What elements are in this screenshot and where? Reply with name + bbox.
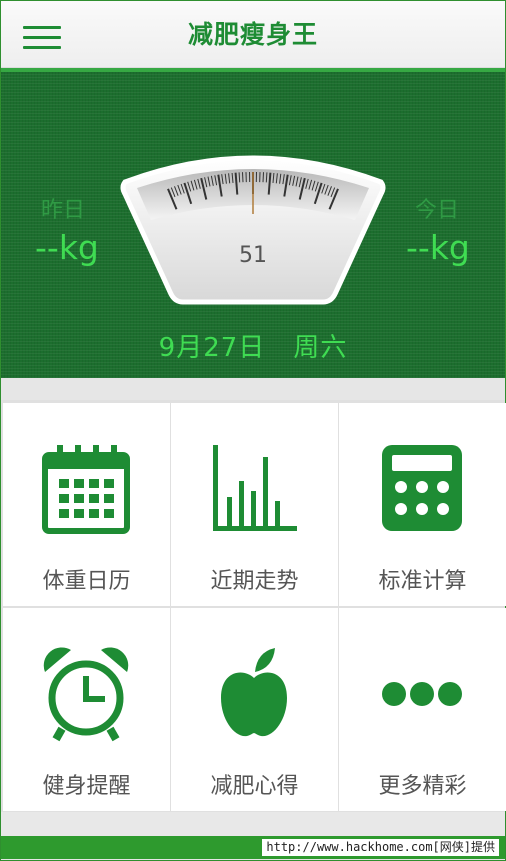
today-label: 今日 bbox=[415, 198, 460, 223]
tile-label: 标准计算 bbox=[378, 569, 467, 594]
feature-grid: 体重日历 近期走势 标准计算 健身提醒 减肥心得 更多精彩 bbox=[1, 400, 506, 812]
app-title: 减肥瘦身王 bbox=[187, 20, 318, 49]
scale-tick bbox=[238, 172, 241, 183]
date-display: 9月27日 周六 bbox=[1, 327, 505, 364]
tile-label: 体重日历 bbox=[42, 569, 131, 594]
alarm-clock-icon bbox=[43, 647, 129, 742]
tile-fitness-reminder[interactable]: 健身提醒 bbox=[3, 608, 170, 811]
calculator-icon bbox=[382, 445, 462, 531]
bar-chart-icon bbox=[213, 445, 297, 531]
tile-weight-loss-tips[interactable]: 减肥心得 bbox=[171, 608, 338, 811]
weekday-text: 周六 bbox=[293, 333, 348, 363]
app-header: 减肥瘦身王 bbox=[1, 1, 505, 68]
yesterday-label: 昨日 bbox=[41, 198, 86, 223]
more-dots-icon bbox=[382, 682, 462, 706]
tile-label: 减肥心得 bbox=[210, 774, 299, 799]
tile-label: 健身提醒 bbox=[42, 774, 131, 799]
today-weight-value: --kg bbox=[406, 228, 470, 267]
scale-tick bbox=[262, 172, 264, 183]
tile-label: 更多精彩 bbox=[378, 774, 467, 799]
tile-recent-trend[interactable]: 近期走势 bbox=[171, 403, 338, 606]
watermark-text: http://www.hackhome.com[网侠]提供 bbox=[262, 839, 499, 856]
tile-weight-calendar[interactable]: 体重日历 bbox=[3, 403, 170, 606]
tile-label: 近期走势 bbox=[210, 569, 299, 594]
scale-tick bbox=[242, 172, 244, 183]
weight-panel: 昨日 --kg 今日 --kg 51 9月27日 周六 bbox=[1, 68, 505, 378]
bottom-spacer bbox=[1, 812, 505, 836]
tile-standard-calculation[interactable]: 标准计算 bbox=[339, 403, 506, 606]
scale-dial[interactable]: 51 bbox=[119, 154, 387, 306]
calendar-icon bbox=[42, 445, 130, 534]
tile-more-content[interactable]: 更多精彩 bbox=[339, 608, 506, 811]
scale-tick bbox=[265, 172, 268, 183]
scale-reading: 51 bbox=[239, 243, 267, 268]
yesterday-weight-value: --kg bbox=[35, 228, 99, 267]
bottom-bar: http://www.hackhome.com[网侠]提供 bbox=[1, 836, 505, 859]
apple-icon bbox=[221, 648, 287, 737]
date-text: 9月27日 bbox=[158, 333, 266, 363]
